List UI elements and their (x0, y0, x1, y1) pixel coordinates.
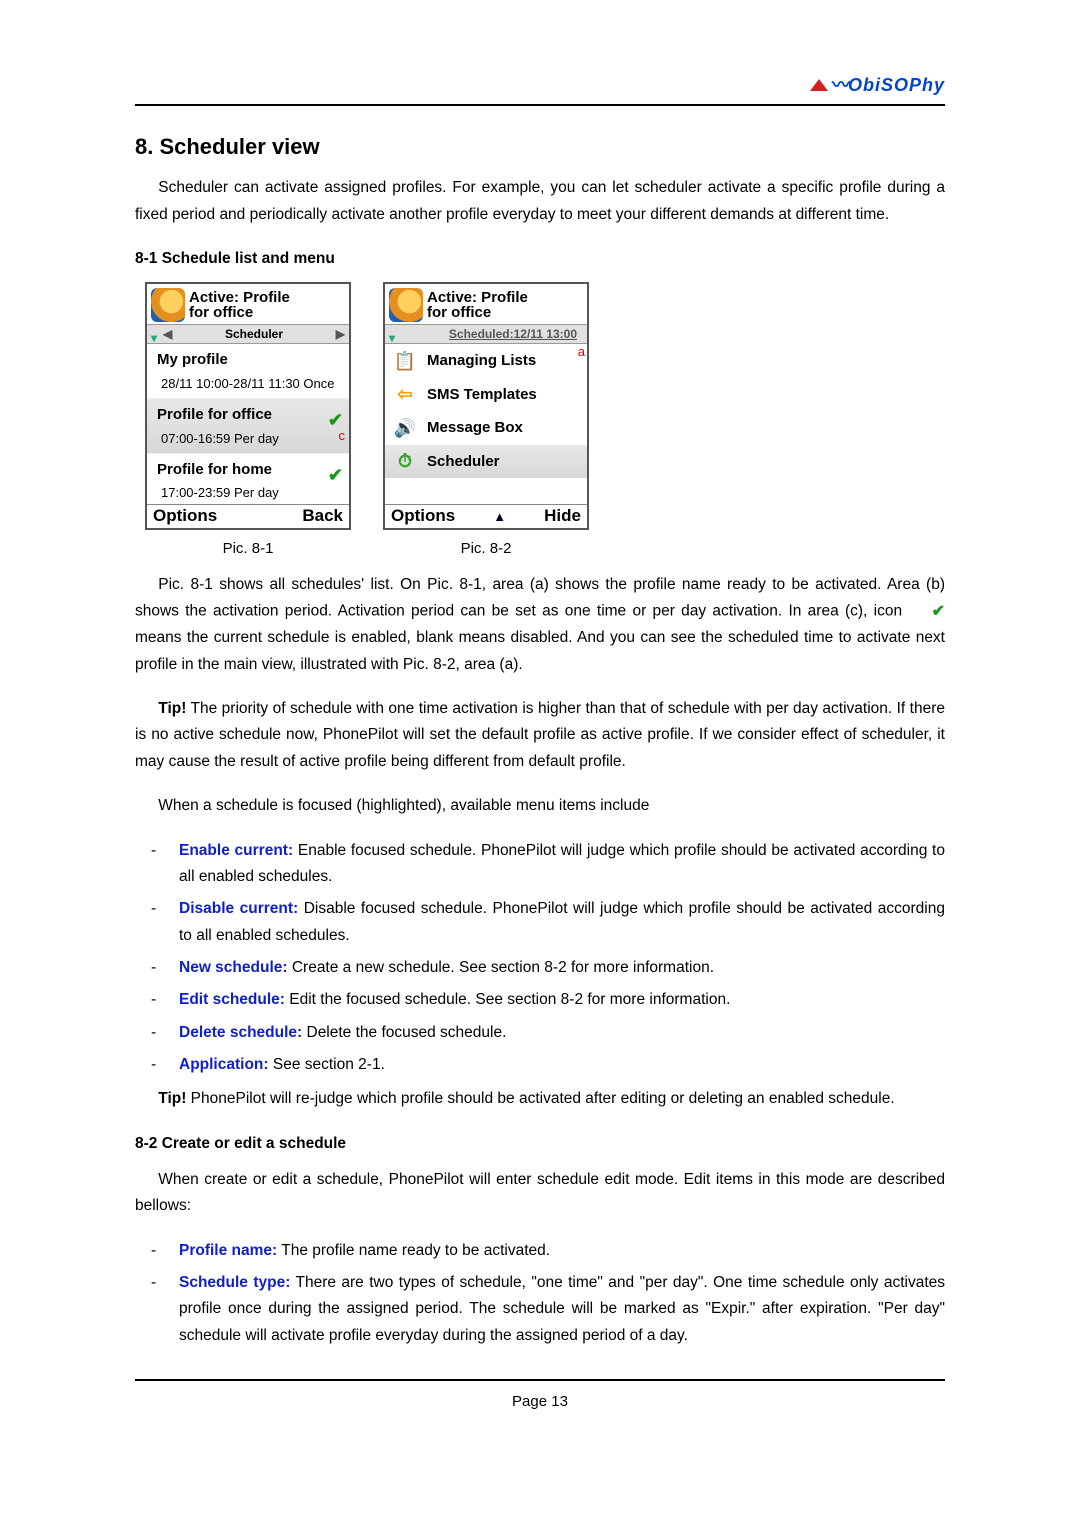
check-icon: ✔ (328, 405, 343, 436)
para-81-1: Pic. 8-1 shows all schedules' list. On P… (135, 572, 945, 678)
subhead-82: 8-2 Create or edit a schedule (135, 1131, 945, 1157)
brand-wave-icon: 〰 (832, 70, 846, 101)
item-title: Profile for office (157, 402, 343, 428)
menu-item[interactable]: 📋 Managing Lists (385, 344, 587, 378)
softkey-left[interactable]: Options (391, 502, 455, 530)
figure-row: Active: Profile for office ▾ ◀ Scheduler… (145, 282, 945, 530)
managing-lists-icon: 📋 (391, 349, 419, 373)
signal-icon: ▾ (151, 328, 163, 340)
header-rule (135, 104, 945, 106)
brand-logo: 〰 ObiSOPhy (810, 70, 945, 101)
menu-label: SMS Templates (427, 382, 537, 408)
menu-desc-item: Disable current: Disable focused schedul… (135, 896, 945, 949)
footer-rule (135, 1379, 945, 1381)
app-icon (151, 288, 185, 322)
phone2-active-line1: Active: Profile (427, 290, 528, 306)
annotation-a: a (578, 341, 585, 363)
signal-icon: ▾ (389, 328, 401, 340)
para-81-tip2: Tip! PhonePilot will re-judge which prof… (135, 1086, 945, 1112)
phone2-titlebar: Active: Profile for office (385, 284, 587, 324)
phone2-active-line2: for office (427, 305, 528, 321)
item-title: My profile (157, 347, 343, 373)
softkey-mid-icon[interactable]: ▲ (493, 506, 506, 528)
edit-desc-item: Schedule type: There are two types of sc… (135, 1270, 945, 1349)
nav-left-icon: ◀ (163, 324, 172, 344)
item-detail: 17:00-23:59 Per day (161, 482, 343, 504)
menu-desc-item: Delete schedule: Delete the focused sche… (135, 1020, 945, 1046)
screenshot-81: Active: Profile for office ▾ ◀ Scheduler… (145, 282, 351, 530)
phone2-softkeys: Options ▲ Hide (385, 504, 587, 528)
section-intro: Scheduler can activate assigned profiles… (135, 175, 945, 228)
para-81-tip1: Tip! The priority of schedule with one t… (135, 696, 945, 775)
menu-label: Scheduler (427, 449, 500, 475)
sms-templates-icon: ⇦ (391, 383, 419, 407)
phone1-active-line2: for office (189, 305, 290, 321)
message-box-icon: 🔊 (391, 416, 419, 440)
menu-desc-item: Enable current: Enable focused schedule.… (135, 838, 945, 891)
scheduler-icon: ⏱ (391, 450, 419, 474)
para-82-intro: When create or edit a schedule, PhonePil… (135, 1167, 945, 1220)
scheduled-time: Scheduled:12/11 13:00 (449, 324, 583, 344)
phone1-tab-label: Scheduler (172, 324, 336, 344)
brand-triangle-icon (810, 79, 828, 91)
item-detail: 28/11 10:00-28/11 11:30 Once (161, 373, 343, 395)
item-title: Profile for home (157, 457, 343, 483)
caption-81: Pic. 8-1 (145, 536, 351, 562)
para-81-2: When a schedule is focused (highlighted)… (135, 793, 945, 819)
check-icon: ✔ (328, 460, 343, 491)
phone1-tabbar: ▾ ◀ Scheduler ▶ (147, 324, 349, 344)
item-detail: 07:00-16:59 Per day (161, 428, 343, 450)
menu-items-list-81: Enable current: Enable focused schedule.… (135, 838, 945, 1079)
menu-label: Message Box (427, 415, 523, 441)
phone1-active-line1: Active: Profile (189, 290, 290, 306)
list-item[interactable]: a b c Profile for office 07:00-16:59 Per… (147, 399, 349, 454)
menu-desc-item: Application: See section 2-1. (135, 1052, 945, 1078)
menu-desc-item: Edit schedule: Edit the focused schedule… (135, 987, 945, 1013)
screenshot-82: Active: Profile for office ▾ Scheduled:1… (383, 282, 589, 530)
menu-desc-item: New schedule: Create a new schedule. See… (135, 955, 945, 981)
phone1-softkeys: Options Back (147, 504, 349, 528)
nav-right-icon: ▶ (336, 324, 345, 344)
phone1-titlebar: Active: Profile for office (147, 284, 349, 324)
brand-text: ObiSOPhy (848, 70, 945, 101)
app-icon (389, 288, 423, 322)
list-item[interactable]: Profile for home 17:00-23:59 Per day ✔ (147, 454, 349, 505)
phone1-list: My profile 28/11 10:00-28/11 11:30 Once … (147, 344, 349, 504)
menu-item[interactable]: ⏱ Scheduler (385, 445, 587, 479)
page-header: 〰 ObiSOPhy (135, 80, 945, 100)
softkey-right[interactable]: Back (302, 502, 343, 530)
softkey-right[interactable]: Hide (544, 502, 581, 530)
subhead-81: 8-1 Schedule list and menu (135, 246, 945, 272)
softkey-left[interactable]: Options (153, 502, 217, 530)
page-number: Page 13 (135, 1389, 945, 1415)
caption-82: Pic. 8-2 (383, 536, 589, 562)
menu-item[interactable]: ⇦ SMS Templates (385, 378, 587, 412)
caption-row: Pic. 8-1 Pic. 8-2 (145, 536, 945, 562)
menu-label: Managing Lists (427, 348, 536, 374)
section-title: 8. Scheduler view (135, 128, 945, 165)
edit-items-list-82: Profile name: The profile name ready to … (135, 1238, 945, 1349)
edit-desc-item: Profile name: The profile name ready to … (135, 1238, 945, 1264)
list-item[interactable]: My profile 28/11 10:00-28/11 11:30 Once (147, 344, 349, 399)
menu-item[interactable]: 🔊 Message Box (385, 411, 587, 445)
phone2-schedbar: ▾ Scheduled:12/11 13:00 a (385, 324, 587, 344)
check-icon: ✔ (908, 598, 945, 625)
phone2-menu: 📋 Managing Lists ⇦ SMS Templates 🔊 Messa… (385, 344, 587, 504)
